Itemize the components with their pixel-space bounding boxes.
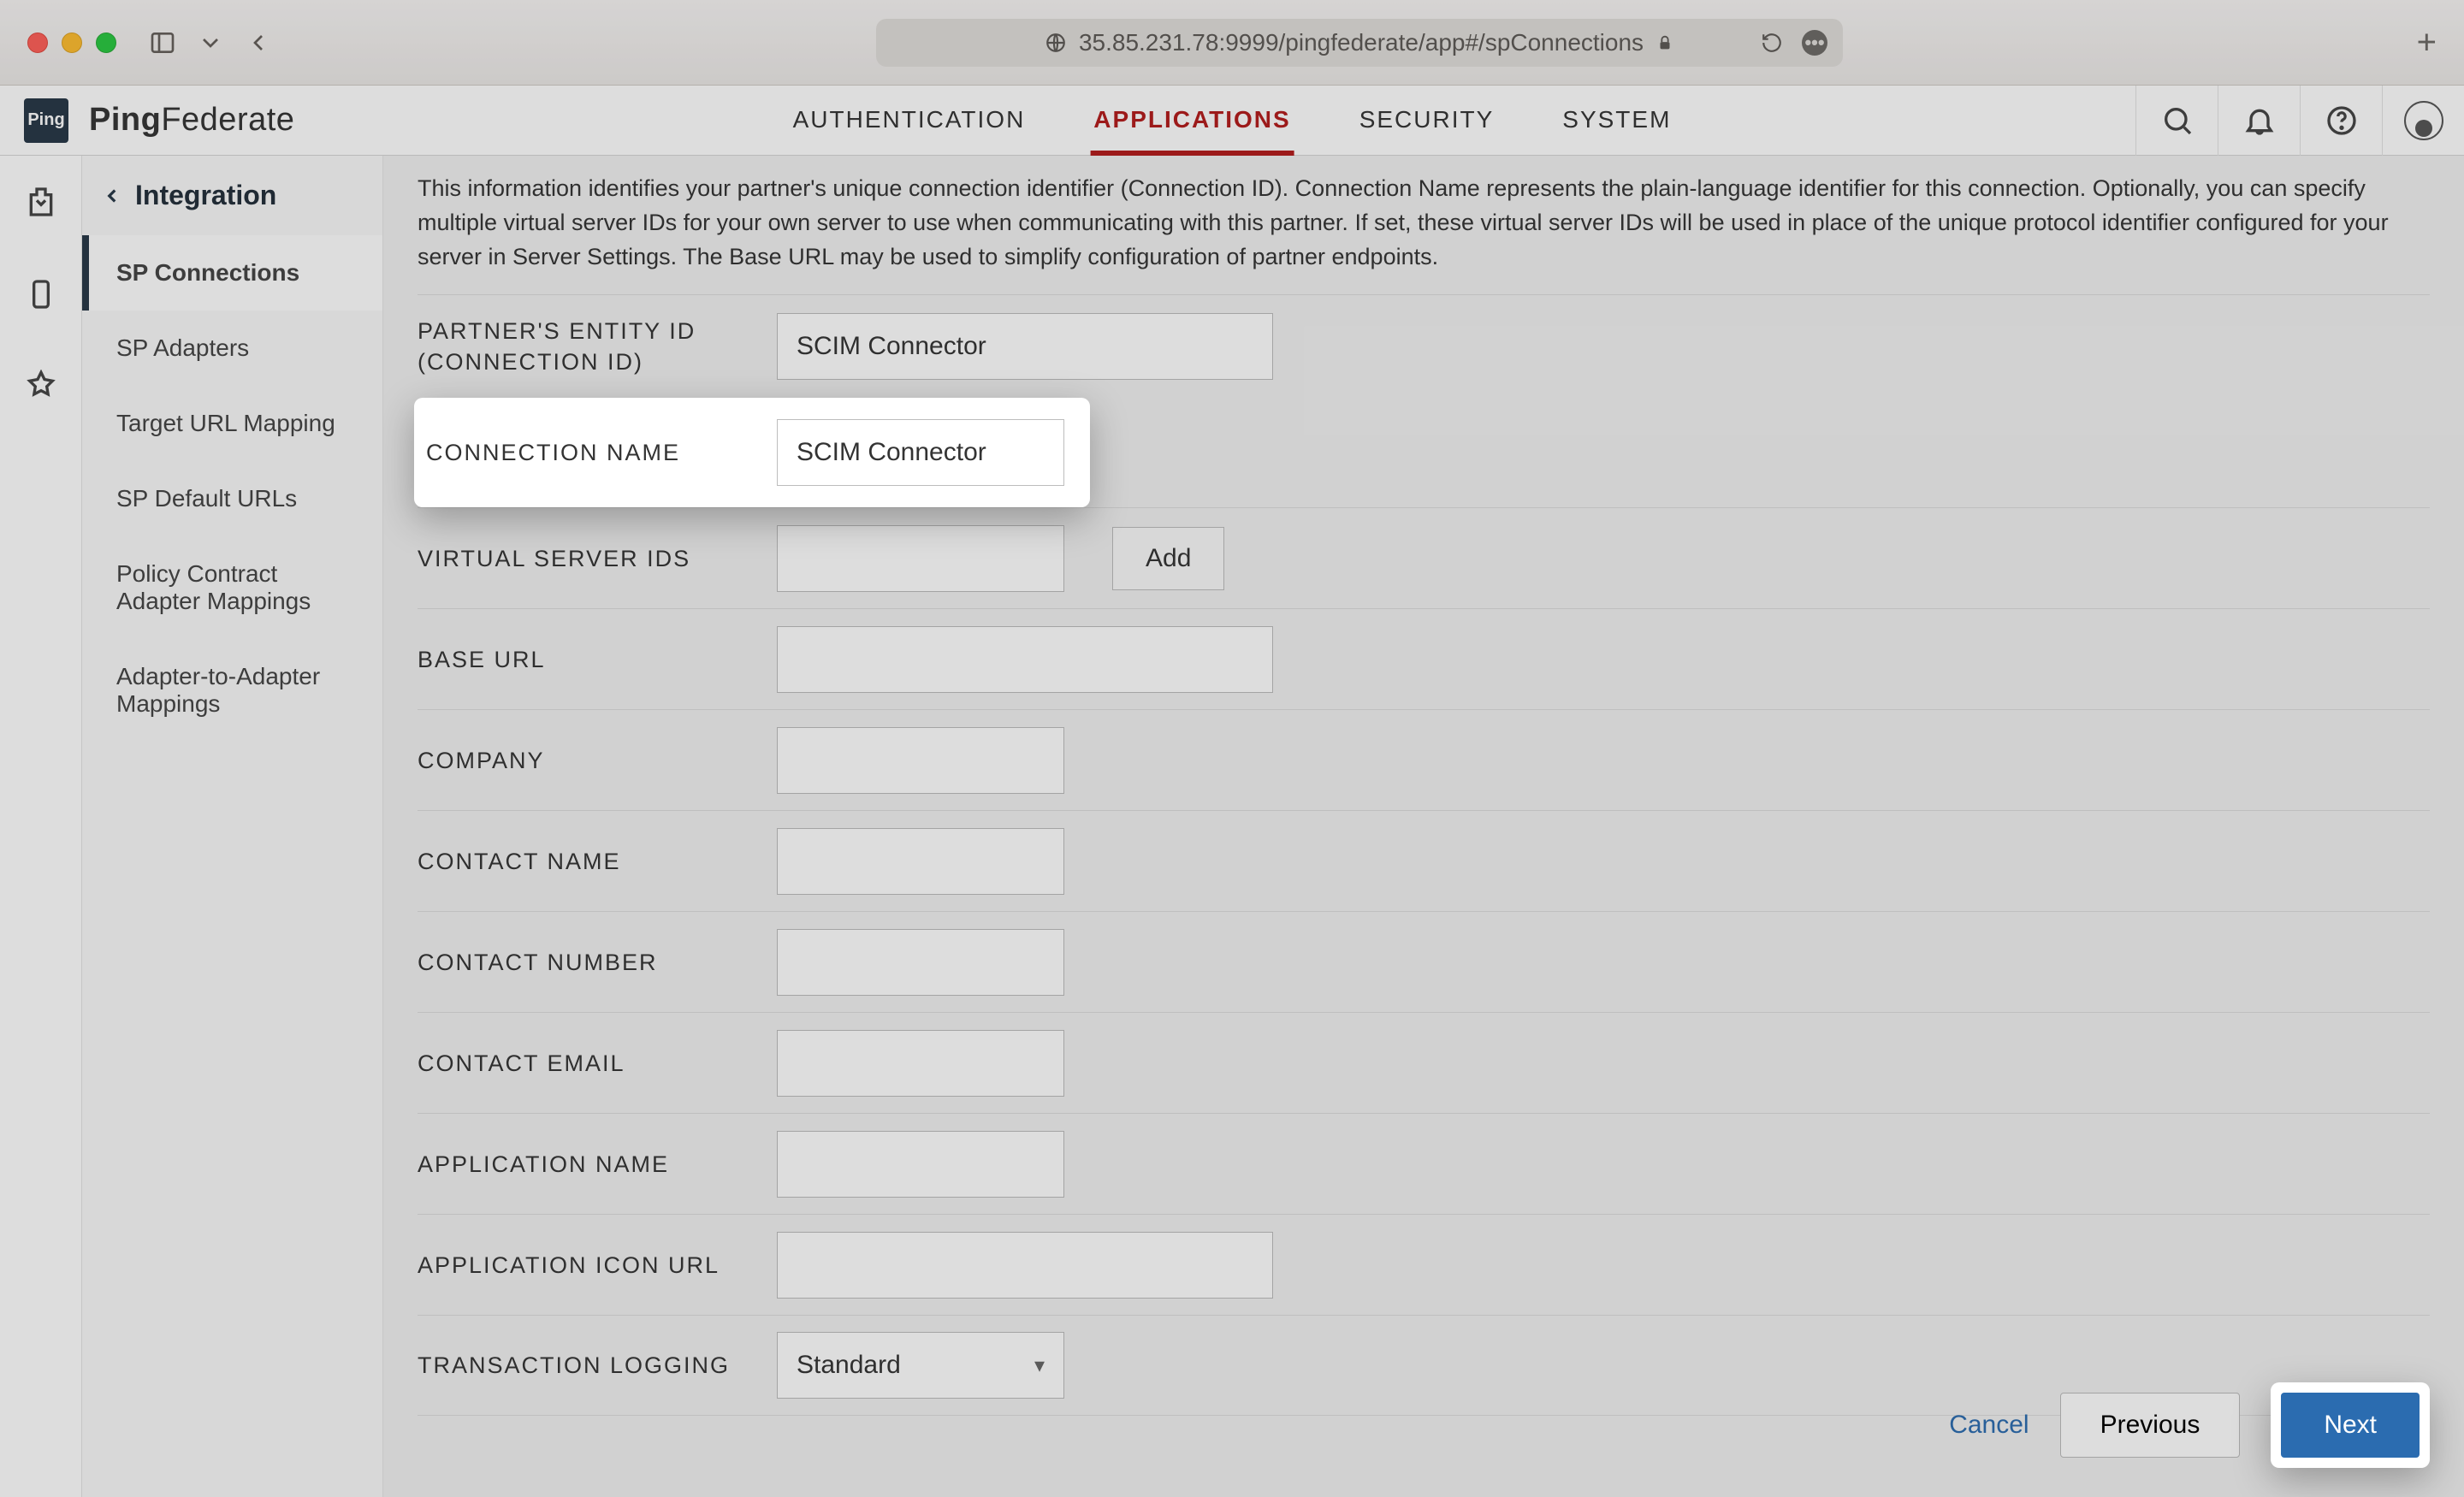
rail-token-icon[interactable] (21, 366, 62, 407)
brand-name: PingFederate (89, 102, 294, 139)
window-controls (27, 33, 116, 53)
sidebar-toggle-button[interactable] (139, 19, 187, 67)
previous-button[interactable]: Previous (2060, 1393, 2241, 1458)
help-text: This information identifies your partner… (383, 156, 2464, 294)
add-virtual-server-id-button[interactable]: Add (1112, 527, 1224, 590)
tab-group-dropdown[interactable] (187, 19, 234, 67)
avatar-icon (2404, 101, 2443, 140)
next-button-highlight: Next (2271, 1382, 2430, 1468)
tab-authentication[interactable]: AUTHENTICATION (790, 86, 1029, 156)
close-window-icon[interactable] (27, 33, 48, 53)
minimize-window-icon[interactable] (62, 33, 82, 53)
subnav-item-sp-default-urls[interactable]: SP Default URLs (82, 461, 382, 536)
subnav-item-policy-contract-adapter-mappings[interactable]: Policy Contract Adapter Mappings (82, 536, 382, 639)
label-base-url: BASE URL (418, 624, 777, 695)
row-base-url: BASE URL (418, 608, 2430, 709)
subnav-item-sp-adapters[interactable]: SP Adapters (82, 311, 382, 386)
label-contact-name: CONTACT NAME (418, 825, 777, 897)
row-contact-name: CONTACT NAME (418, 810, 2430, 911)
input-partners-entity-id[interactable] (777, 313, 1273, 380)
subnav-title: Integration (135, 180, 276, 211)
subnav-item-sp-connections[interactable]: SP Connections (82, 235, 382, 311)
label-application-icon-url: APPLICATION ICON URL (418, 1229, 777, 1301)
notifications-button[interactable] (2218, 86, 2300, 156)
row-contact-email: CONTACT EMAIL (418, 1012, 2430, 1113)
label-transaction-logging: TRANSACTION LOGGING (418, 1329, 777, 1401)
profile-button[interactable] (2382, 86, 2464, 156)
new-tab-button[interactable]: + (2417, 23, 2437, 62)
input-application-icon-url[interactable] (777, 1232, 1273, 1299)
app-header: Ping PingFederate AUTHENTICATION APPLICA… (0, 86, 2464, 156)
cancel-link[interactable]: Cancel (1949, 1411, 2029, 1440)
maximize-window-icon[interactable] (96, 33, 116, 53)
lock-icon (1656, 33, 1674, 52)
row-partners-entity-id: PARTNER'S ENTITY ID (CONNECTION ID) (418, 294, 2430, 398)
tab-system[interactable]: SYSTEM (1559, 86, 1674, 156)
label-connection-name: CONNECTION NAME (423, 417, 777, 488)
back-button[interactable] (234, 19, 282, 67)
label-partners-entity-id: PARTNER'S ENTITY ID (CONNECTION ID) (418, 295, 777, 398)
input-virtual-server-ids[interactable] (777, 525, 1064, 592)
input-contact-number[interactable] (777, 929, 1064, 996)
main-panel: This information identifies your partner… (383, 156, 2464, 1497)
row-contact-number: CONTACT NUMBER (418, 911, 2430, 1012)
tab-security[interactable]: SECURITY (1356, 86, 1498, 156)
subnav: Integration SP Connections SP Adapters T… (82, 156, 383, 1497)
subnav-item-target-url-mapping[interactable]: Target URL Mapping (82, 386, 382, 461)
input-contact-name[interactable] (777, 828, 1064, 895)
back-chevron-icon[interactable] (101, 185, 123, 207)
select-transaction-logging[interactable]: Standard ▾ (777, 1332, 1064, 1399)
wizard-footer: Cancel Previous Next (1949, 1382, 2430, 1468)
label-application-name: APPLICATION NAME (418, 1128, 777, 1200)
icon-rail (0, 156, 82, 1497)
label-contact-number: CONTACT NUMBER (418, 926, 777, 998)
address-bar[interactable]: 35.85.231.78:9999/pingfederate/app#/spCo… (876, 19, 1843, 67)
row-virtual-server-ids: VIRTUAL SERVER IDS Add (418, 507, 2430, 608)
label-company: COMPANY (418, 725, 777, 796)
search-button[interactable] (2135, 86, 2218, 156)
tab-applications[interactable]: APPLICATIONS (1090, 86, 1294, 156)
browser-toolbar: 35.85.231.78:9999/pingfederate/app#/spCo… (0, 0, 2464, 86)
page-actions-icon[interactable]: ••• (1802, 30, 1827, 56)
brand-badge: Ping (24, 98, 68, 143)
input-base-url[interactable] (777, 626, 1273, 693)
row-application-name: APPLICATION NAME (418, 1113, 2430, 1214)
input-company[interactable] (777, 727, 1064, 794)
rail-integration-icon[interactable] (21, 181, 62, 222)
row-company: COMPANY (418, 709, 2430, 810)
reload-icon[interactable] (1761, 32, 1783, 54)
chevron-down-icon: ▾ (1034, 1353, 1045, 1378)
select-transaction-logging-value: Standard (797, 1351, 901, 1380)
brand: Ping PingFederate (24, 98, 294, 143)
globe-icon (1045, 32, 1067, 54)
address-bar-text: 35.85.231.78:9999/pingfederate/app#/spCo… (1079, 29, 1644, 56)
header-utilities (2135, 86, 2464, 156)
next-button[interactable]: Next (2281, 1393, 2420, 1458)
label-virtual-server-ids: VIRTUAL SERVER IDS (418, 523, 777, 595)
help-button[interactable] (2300, 86, 2382, 156)
input-application-name[interactable] (777, 1131, 1064, 1198)
input-contact-email[interactable] (777, 1030, 1064, 1097)
rail-oauth-icon[interactable] (21, 274, 62, 315)
subnav-item-adapter-to-adapter-mappings[interactable]: Adapter-to-Adapter Mappings (82, 639, 382, 742)
top-nav: AUTHENTICATION APPLICATIONS SECURITY SYS… (790, 86, 1675, 156)
label-contact-email: CONTACT EMAIL (418, 1027, 777, 1099)
row-application-icon-url: APPLICATION ICON URL (418, 1214, 2430, 1315)
input-connection-name[interactable] (777, 419, 1064, 486)
row-connection-name: CONNECTION NAME (418, 398, 2430, 507)
